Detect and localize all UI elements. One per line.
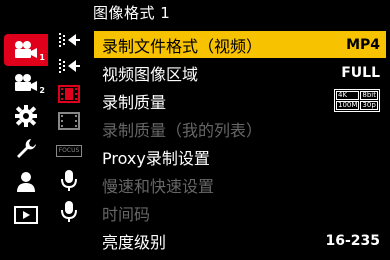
menu-item-value: FULL xyxy=(341,64,380,81)
menu-item-value: MP4 xyxy=(346,36,380,53)
menu-item-rec-quality[interactable]: 录制质量 4K 8bit 100M 30p xyxy=(94,87,386,114)
tab-custom[interactable] xyxy=(4,133,48,165)
microphone-2-icon xyxy=(61,200,77,222)
menu-item-label: 视频图像区域 xyxy=(102,64,199,84)
menu-item-time-code[interactable]: 时间码 xyxy=(94,199,386,226)
tab-my-menu[interactable] xyxy=(4,166,48,198)
menu-item-label: 录制文件格式（视频） xyxy=(102,36,263,56)
tab-number: 2 xyxy=(39,86,45,95)
menu-item-label: 时间码 xyxy=(102,204,151,224)
video-camera-icon xyxy=(13,73,39,93)
tab-video-1[interactable]: 1 xyxy=(4,34,48,66)
wrench-icon xyxy=(14,137,38,161)
menu-item-image-area[interactable]: 视频图像区域 FULL xyxy=(94,59,386,86)
image-format-2-icon xyxy=(57,57,81,77)
menu-item-label: 亮度级别 xyxy=(102,232,167,252)
badge-bit-depth: 8bit xyxy=(360,91,378,100)
tab-setup[interactable] xyxy=(4,100,48,132)
badge-framerate: 30p xyxy=(360,101,378,110)
tab-number: 1 xyxy=(39,53,45,62)
menu-item-proxy-rec[interactable]: Proxy录制设置 xyxy=(94,143,386,170)
playback-icon xyxy=(14,206,38,224)
badge-bitrate: 100M xyxy=(336,101,360,110)
image-format-icon xyxy=(57,31,81,51)
rec-quality-badge: 4K 8bit 100M 30p xyxy=(334,89,380,112)
subtab-audio-2[interactable] xyxy=(52,198,86,224)
menu-screen: 图像格式 1 1 2 FOCUS 录制文件格式（视频） MP4 视频图像区域 F… xyxy=(0,0,390,260)
badge-resolution: 4K xyxy=(336,91,360,100)
focus-icon: FOCUS xyxy=(55,145,83,157)
menu-item-rec-file-format[interactable]: 录制文件格式（视频） MP4 xyxy=(94,31,386,58)
subtab-film-2[interactable] xyxy=(52,108,86,134)
menu-item-value: 16-235 xyxy=(325,232,380,249)
video-camera-icon xyxy=(13,40,39,60)
gear-icon xyxy=(14,104,38,128)
menu-item-luminance-level[interactable]: 亮度级别 16-235 xyxy=(94,227,386,254)
menu-item-rec-quality-my-list[interactable]: 录制质量（我的列表） xyxy=(94,115,386,142)
menu-item-slow-quick[interactable]: 慢速和快速设置 xyxy=(94,171,386,198)
microphone-icon xyxy=(61,169,77,191)
subtab-focus[interactable]: FOCUS xyxy=(52,138,86,164)
subtab-image-format-2[interactable] xyxy=(52,54,86,80)
menu-item-label: 录制质量（我的列表） xyxy=(102,120,263,140)
film-icon xyxy=(58,85,80,103)
page-title: 图像格式 1 xyxy=(93,4,171,22)
menu-item-label: 慢速和快速设置 xyxy=(102,176,215,196)
tab-video-2[interactable]: 2 xyxy=(4,67,48,99)
film-2-icon xyxy=(58,112,80,130)
person-icon xyxy=(15,171,37,193)
subtab-image-format-1[interactable] xyxy=(52,28,86,54)
menu-item-label: Proxy录制设置 xyxy=(102,148,210,168)
subtab-film-red[interactable] xyxy=(52,81,86,107)
tab-playback[interactable] xyxy=(4,199,48,231)
menu-item-label: 录制质量 xyxy=(102,92,167,112)
subtab-audio-1[interactable] xyxy=(52,167,86,193)
